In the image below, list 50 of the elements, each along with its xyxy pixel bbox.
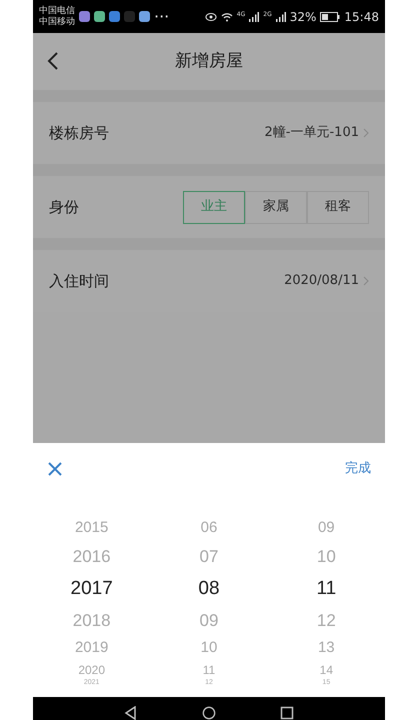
picker-option[interactable]: 09 (200, 606, 218, 636)
field-label: 身份 (49, 196, 79, 218)
chevron-icon (363, 276, 369, 286)
clock-time: 15:48 (344, 8, 379, 26)
picker-option[interactable]: 2018 (72, 606, 111, 636)
eye-icon (204, 12, 217, 22)
back-nav-icon[interactable] (124, 706, 138, 720)
app-icon (139, 11, 150, 22)
picker-option[interactable]: 11 (316, 572, 336, 606)
picker-option[interactable]: 2015 (74, 515, 108, 542)
field-label: 入住时间 (49, 270, 109, 292)
signal-icon (249, 12, 260, 22)
app-icon (124, 11, 135, 22)
picker-option[interactable]: 2016 (72, 542, 111, 572)
signal-icon (276, 12, 286, 22)
close-icon[interactable] (47, 461, 63, 477)
picker-option[interactable]: 07 (200, 542, 218, 572)
field-label: 楼栋房号 (49, 122, 109, 144)
wifi-icon (220, 12, 233, 22)
more-text: ··· (154, 6, 170, 28)
picker-option[interactable]: 08 (198, 572, 220, 606)
chevron-icon (363, 128, 369, 138)
battery-percent: 32% (290, 8, 316, 26)
done-button[interactable]: 完成 (345, 459, 371, 479)
picker-option[interactable]: 06 (200, 515, 218, 542)
segment-option[interactable]: 业主 (183, 190, 245, 224)
page-title: 新增房屋 (175, 50, 243, 73)
segment-option[interactable]: 家属 (245, 190, 307, 224)
picker-option[interactable]: 11 (202, 661, 216, 678)
picker-option[interactable]: 13 (318, 636, 335, 661)
carrier-name: 中国移动 (39, 16, 75, 28)
app-icon (79, 11, 90, 22)
app-icon (94, 11, 105, 22)
picker-option[interactable]: 14 (320, 661, 333, 678)
back-icon[interactable] (47, 52, 59, 70)
segment-option[interactable]: 租客 (307, 190, 369, 224)
picker-option[interactable]: 2019 (74, 636, 108, 661)
field-value[interactable]: 2020/08/11 (284, 271, 359, 291)
recents-nav-icon[interactable] (280, 706, 294, 720)
carrier-name: 中国电信 (39, 6, 75, 16)
picker-option[interactable]: 2020 (78, 661, 106, 678)
field-value[interactable]: 2幢-一单元-101 (264, 123, 359, 143)
home-nav-icon[interactable] (200, 706, 217, 720)
picker-option[interactable]: 12 (316, 606, 336, 636)
battery-icon (320, 12, 340, 22)
app-icon (109, 11, 120, 22)
picker-option[interactable]: 10 (200, 636, 218, 661)
picker-option[interactable]: 09 (318, 515, 335, 542)
picker-option[interactable]: 10 (316, 542, 336, 572)
picker-option[interactable]: 2017 (70, 572, 113, 606)
